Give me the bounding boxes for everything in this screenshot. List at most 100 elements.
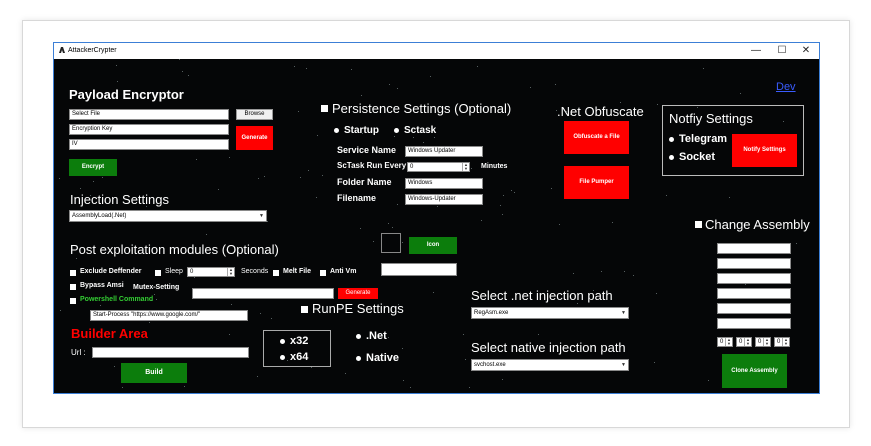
injection-method-select[interactable]: AssemblyLoad(.Net) ▼ <box>69 210 267 222</box>
generate-key-button[interactable]: Generate <box>236 126 273 150</box>
change-assembly-heading: Change Assembly <box>705 217 810 232</box>
star-dot <box>388 337 389 338</box>
star-dot <box>311 367 312 368</box>
file-pumper-button[interactable]: File Pumper <box>564 166 629 199</box>
encrypt-button[interactable]: Encrypt <box>69 159 117 176</box>
melt-file-checkbox[interactable] <box>273 270 279 276</box>
star-dot <box>316 197 317 198</box>
exclude-defender-checkbox[interactable] <box>70 270 76 276</box>
star-dot <box>502 379 503 380</box>
star-dot <box>397 204 398 205</box>
star-dot <box>620 102 621 103</box>
assembly-company-input[interactable] <box>717 273 791 284</box>
icon-button[interactable]: Icon <box>409 237 457 254</box>
assembly-product-input[interactable] <box>717 288 791 299</box>
injection-settings-heading: Injection Settings <box>70 192 170 207</box>
spinner-arrows-icon[interactable]: ▲ ▼ <box>763 338 770 346</box>
service-name-input[interactable]: Windows Updater <box>405 146 483 157</box>
iv-input[interactable]: IV <box>69 139 229 150</box>
assembly-trademark-input[interactable] <box>717 318 791 329</box>
powershell-command-checkbox[interactable] <box>70 298 76 304</box>
version-spinner[interactable]: 0 ▲ ▼ <box>717 337 733 347</box>
native-radio[interactable] <box>356 356 361 361</box>
star-dot <box>194 277 195 278</box>
x64-radio[interactable] <box>280 355 285 360</box>
seconds-label: Seconds <box>241 268 269 275</box>
sctask-run-spinner[interactable]: 0 ▲ ▼ <box>407 162 470 172</box>
assembly-copyright-input[interactable] <box>717 303 791 314</box>
version-value: 0 <box>739 339 743 345</box>
star-dot <box>260 313 261 314</box>
telegram-radio[interactable] <box>669 137 674 142</box>
maximize-button[interactable]: ☐ <box>769 43 795 59</box>
spinner-arrows-icon[interactable]: ▲ ▼ <box>744 338 751 346</box>
spinner-arrows-icon[interactable]: ▲ ▼ <box>462 163 469 171</box>
exclude-defender-label: Exclude Deffender <box>80 268 142 275</box>
window-title: AttackerCrypter <box>68 47 117 54</box>
star-dot <box>402 348 403 349</box>
star-dot <box>116 65 117 66</box>
notify-settings-button[interactable]: Notify Settings <box>732 134 797 167</box>
close-button[interactable]: ✕ <box>793 43 819 59</box>
assembly-description-input[interactable] <box>717 258 791 269</box>
version-spinner[interactable]: 0 ▲ ▼ <box>736 337 752 347</box>
persistence-checkbox[interactable] <box>321 105 328 112</box>
assembly-title-input[interactable] <box>717 243 791 254</box>
net-radio[interactable] <box>356 334 361 339</box>
star-dot <box>500 205 501 206</box>
star-dot <box>503 195 504 196</box>
powershell-command-input[interactable]: Start-Process "https://www.google.com/" <box>90 310 248 321</box>
url-label: Url : <box>71 348 86 357</box>
sctask-run-value: 0 <box>410 164 414 170</box>
browse-button[interactable]: Browse <box>236 109 273 120</box>
star-dot <box>93 181 94 182</box>
service-name-label: Service Name <box>337 145 397 155</box>
select-file-input[interactable]: Select File <box>69 109 229 120</box>
sctask-radio[interactable] <box>394 128 399 133</box>
sleep-checkbox[interactable] <box>155 270 161 276</box>
change-assembly-checkbox[interactable] <box>695 221 702 228</box>
payload-encryptor-heading: Payload Encryptor <box>69 87 184 102</box>
url-input[interactable] <box>92 347 249 358</box>
app-window: AttackerCrypter — ☐ ✕ Dev Payload Encryp… <box>53 42 820 394</box>
filename-input[interactable]: Windows-Updater <box>405 194 483 205</box>
version-spinner[interactable]: 0 ▲ ▼ <box>755 337 771 347</box>
icon-path-input[interactable] <box>381 263 457 276</box>
startup-radio[interactable] <box>334 128 339 133</box>
native-injection-path-select[interactable]: svchost.exe ▼ <box>471 359 629 371</box>
star-dot <box>481 220 482 221</box>
x32-radio[interactable] <box>280 339 285 344</box>
build-button[interactable]: Build <box>121 363 187 383</box>
mutex-input[interactable] <box>192 288 334 299</box>
obfuscate-file-button[interactable]: Obfuscate a File <box>564 121 629 154</box>
dev-link[interactable]: Dev <box>776 81 796 93</box>
star-dot <box>300 177 301 178</box>
star-dot <box>388 223 389 224</box>
star-dot <box>796 243 797 244</box>
net-label: .Net <box>366 330 387 342</box>
native-injection-path-heading: Select native injection path <box>471 340 626 355</box>
spinner-arrows-icon[interactable]: ▲ ▼ <box>782 338 789 346</box>
version-spinner[interactable]: 0 ▲ ▼ <box>774 337 790 347</box>
generate-mutex-button[interactable]: Generate <box>338 288 378 299</box>
encryption-key-input[interactable]: Encryption Key <box>69 124 229 135</box>
spinner-arrows-icon[interactable]: ▲ ▼ <box>725 338 732 346</box>
folder-name-input[interactable]: Windows <box>405 178 483 189</box>
star-dot <box>465 359 466 360</box>
star-dot <box>423 142 424 143</box>
star-dot <box>413 137 414 138</box>
star-dot <box>577 303 578 304</box>
clone-assembly-button[interactable]: Clone Assembly <box>722 354 787 388</box>
star-dot <box>434 137 435 138</box>
sctask-run-every-label: ScTask Run Every <box>337 161 407 170</box>
icon-preview[interactable] <box>381 233 401 253</box>
spinner-arrows-icon[interactable]: ▲ ▼ <box>227 268 234 276</box>
runpe-checkbox[interactable] <box>301 306 308 313</box>
minimize-button[interactable]: — <box>743 43 769 59</box>
net-obfuscate-heading: .Net Obfuscate <box>557 104 644 119</box>
sleep-seconds-spinner[interactable]: 0 ▲ ▼ <box>187 267 235 277</box>
socket-radio[interactable] <box>669 155 674 160</box>
anti-vm-checkbox[interactable] <box>320 270 326 276</box>
bypass-amsi-checkbox[interactable] <box>70 284 76 290</box>
net-injection-path-select[interactable]: RegAsm.exe ▼ <box>471 307 629 319</box>
